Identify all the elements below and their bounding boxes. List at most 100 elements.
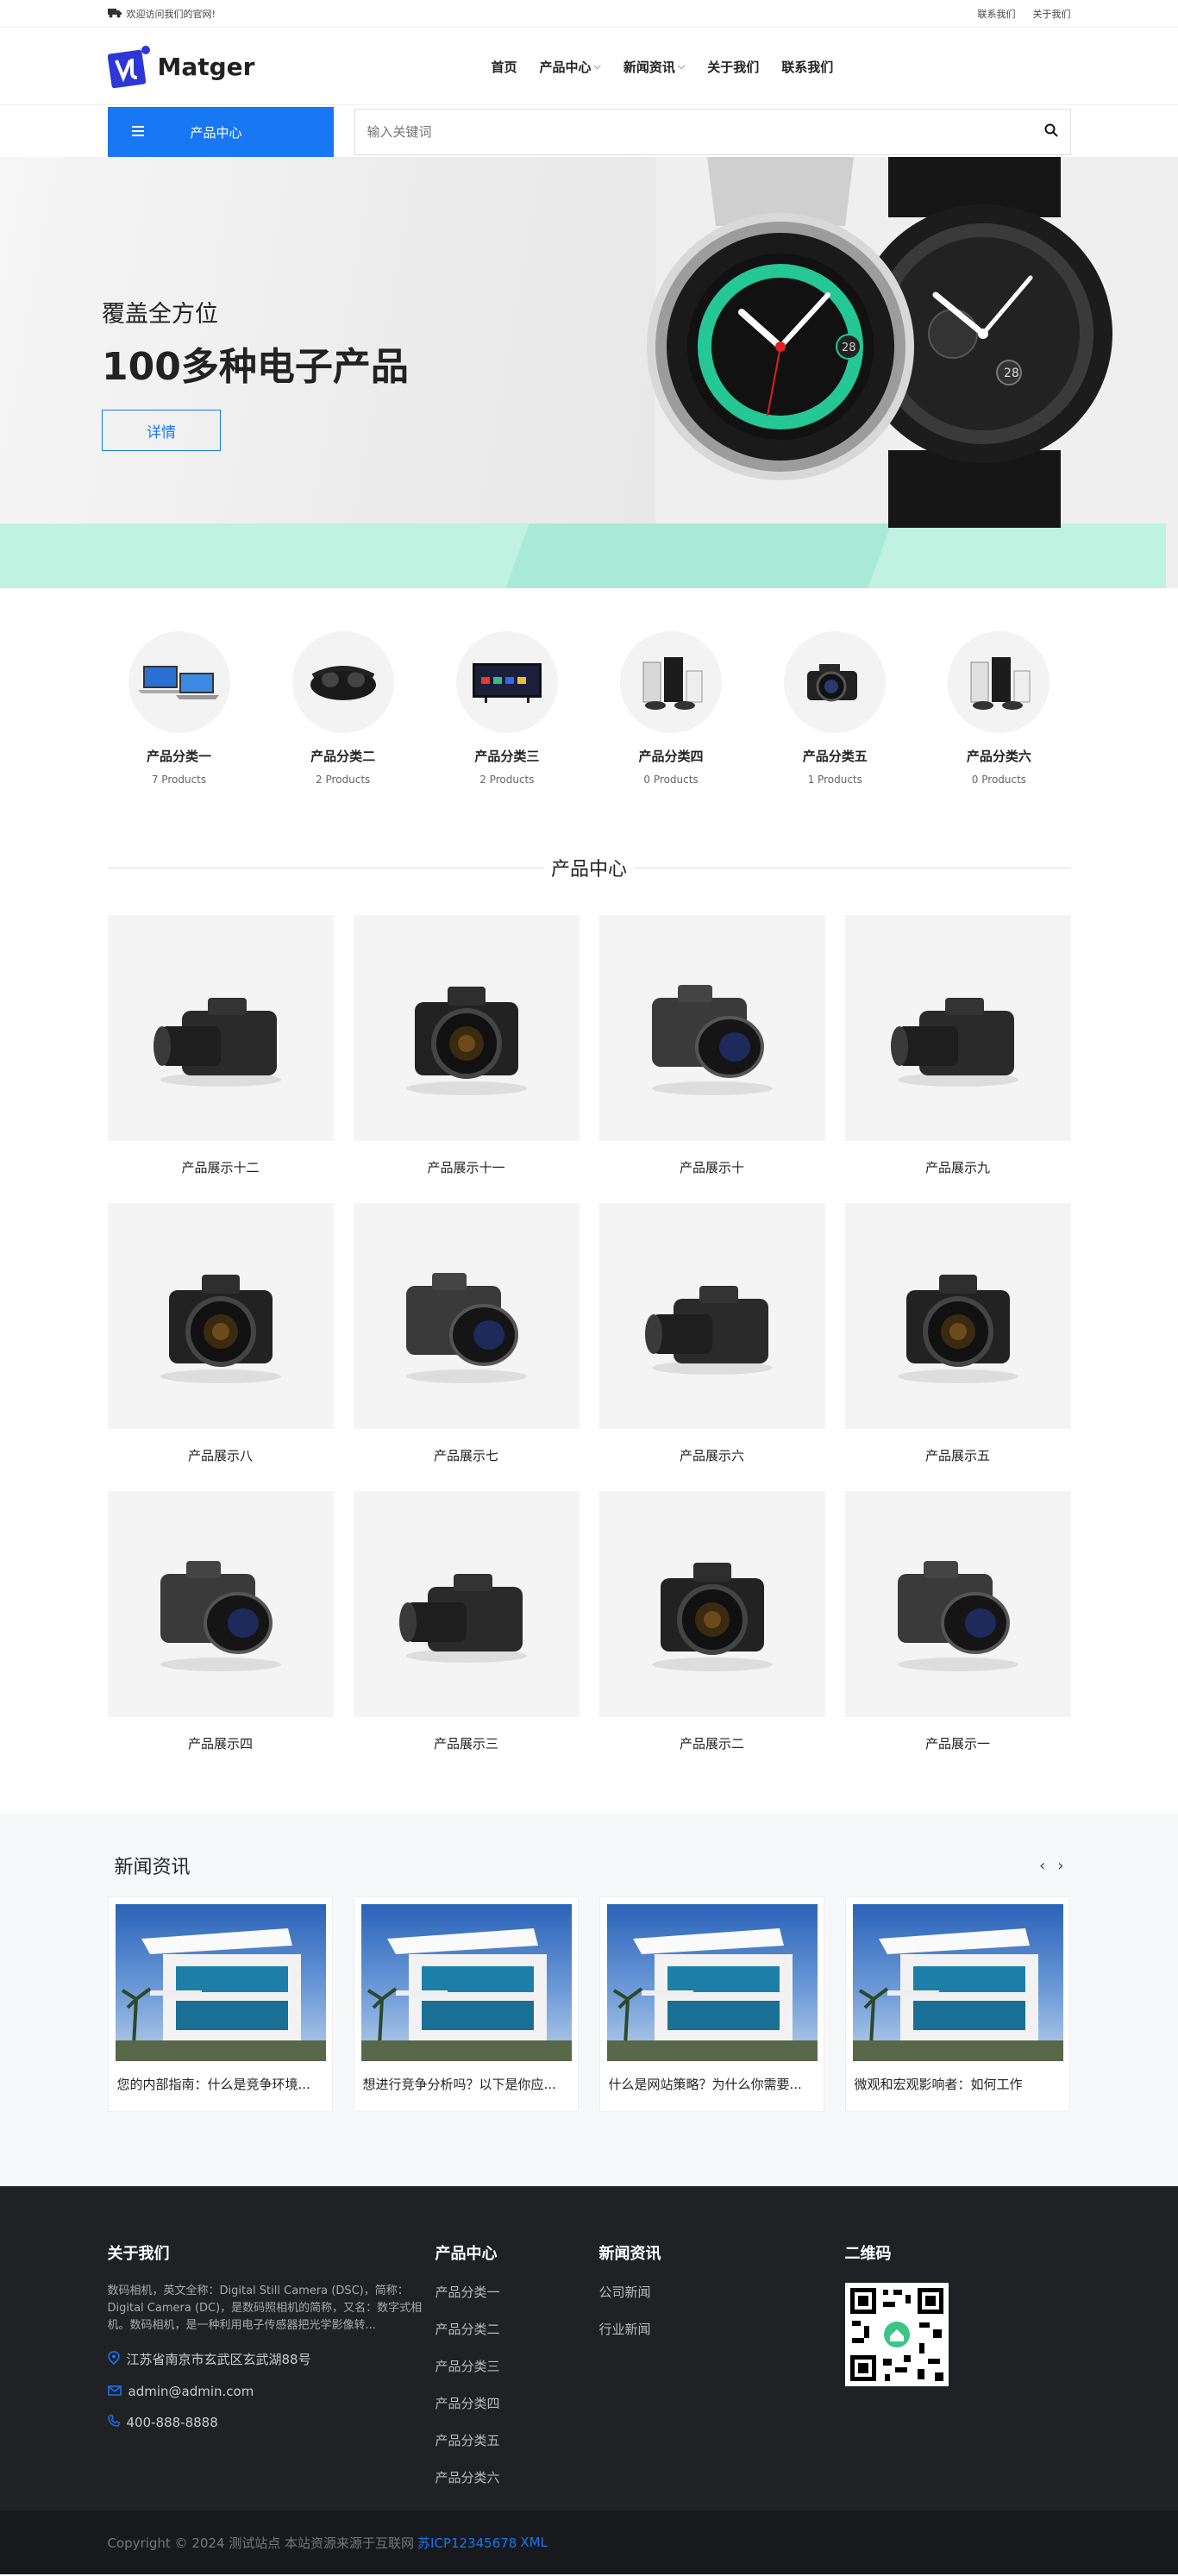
xml-link[interactable]: XML <box>520 2535 548 2550</box>
footer-link[interactable]: 产品分类一 <box>435 2283 599 2301</box>
camera-image <box>353 1203 580 1429</box>
product-card[interactable]: 产品展示二 <box>598 1491 825 1779</box>
nav-home[interactable]: 首页 <box>492 58 517 76</box>
building-image <box>115 1904 326 2061</box>
product-card[interactable]: 产品展示四 <box>107 1491 334 1779</box>
category-name: 产品分类四 <box>638 749 704 764</box>
header: Matger 首页 产品中心 ⌵ 新闻资讯 ⌵ 关于我们 联系我们 <box>0 28 1178 105</box>
product-name: 产品展示一 <box>924 1736 990 1752</box>
copyright-bar: Copyright © 2024 测试站点 本站资源来源于互联网 苏ICP123… <box>0 2510 1178 2574</box>
category-item[interactable]: 产品分类四 0 Products <box>620 631 723 786</box>
product-card[interactable]: 产品展示三 <box>353 1491 580 1779</box>
laptop-image <box>128 631 230 733</box>
footer: 关于我们 数码相机，英文全称：Digital Still Camera (DSC… <box>0 2186 1178 2510</box>
camera-image <box>353 1491 580 1717</box>
footer-about-title: 关于我们 <box>107 2245 170 2263</box>
category-count: 0 Products <box>971 774 1027 786</box>
product-name: 产品展示八 <box>187 1448 253 1463</box>
product-card[interactable]: 产品展示十 <box>598 915 825 1203</box>
product-card[interactable]: 产品展示十二 <box>107 915 334 1203</box>
footer-link[interactable]: 产品分类二 <box>435 2320 599 2338</box>
footer-link[interactable]: 产品分类五 <box>435 2431 599 2449</box>
nav-news[interactable]: 新闻资讯 ⌵ <box>623 58 685 76</box>
banner-detail-button[interactable]: 详情 <box>102 410 221 451</box>
footer-products-title: 产品中心 <box>435 2245 498 2263</box>
footer-about: 关于我们 数码相机，英文全称：Digital Still Camera (DSC… <box>108 2241 435 2505</box>
category-item[interactable]: 产品分类三 2 Products <box>455 631 558 786</box>
news-card[interactable]: 您的内部指南：什么是竞争环境... <box>107 1896 333 2112</box>
product-name: 产品展示九 <box>924 1160 990 1175</box>
search-input[interactable] <box>367 124 885 140</box>
news-carousel: 您的内部指南：什么是竞争环境... 想进行竞争分析吗？以下是你应... 什么是网站策… <box>107 1896 1071 2112</box>
products-title: 产品中心 <box>543 854 634 881</box>
nav-contact[interactable]: 联系我们 <box>781 58 833 76</box>
footer-link[interactable]: 产品分类三 <box>435 2357 599 2375</box>
product-category-button[interactable]: 产品中心 <box>107 107 334 157</box>
news-card[interactable]: 什么是网站策略？为什么你需要... <box>598 1896 824 2112</box>
top-link-about[interactable]: 关于我们 <box>1033 7 1071 21</box>
footer-phone[interactable]: 400-888-8888 <box>127 2415 218 2430</box>
news-card[interactable]: 想进行竞争分析吗？以下是你应... <box>353 1896 579 2112</box>
category-name: 产品分类三 <box>474 749 540 764</box>
earbuds-case-image <box>291 631 394 733</box>
game-console-image <box>620 631 723 733</box>
footer-link[interactable]: 产品分类四 <box>435 2394 599 2412</box>
product-card[interactable]: 产品展示七 <box>353 1203 580 1491</box>
building-image <box>852 1904 1063 2061</box>
news-section: 新闻资讯 ‹ › 您的内部指南：什么是竞争环境... 想进行竞争分析吗？以下是你应… <box>0 1814 1178 2186</box>
phone-icon <box>107 2415 120 2430</box>
camera-image <box>107 1203 334 1429</box>
footer-about-text: 数码相机，英文全称：Digital Still Camera (DSC)，简称：… <box>107 2285 423 2332</box>
product-card[interactable]: 产品展示八 <box>107 1203 334 1491</box>
category-item[interactable]: 产品分类二 2 Products <box>291 631 394 786</box>
category-name: 产品分类二 <box>310 749 376 764</box>
footer-link[interactable]: 行业新闻 <box>599 2320 845 2338</box>
category-item[interactable]: 产品分类六 0 Products <box>948 631 1050 786</box>
banner-subtitle: 覆盖全方位 <box>102 301 218 328</box>
camera-image <box>844 915 1071 1141</box>
category-name: 产品分类一 <box>146 749 211 764</box>
footer-products: 产品中心 产品分类一 产品分类二 产品分类三 产品分类四 产品分类五 产品分类六 <box>435 2241 599 2505</box>
nav-about[interactable]: 关于我们 <box>707 58 759 76</box>
news-card[interactable]: 微观和宏观影响者：如何工作 <box>844 1896 1070 2112</box>
category-count: 0 Products <box>643 774 699 786</box>
camera-image <box>598 915 825 1141</box>
building-image <box>360 1904 572 2061</box>
chevron-left-icon[interactable]: ‹ <box>1039 1857 1045 1875</box>
news-item-title: 您的内部指南：什么是竞争环境... <box>116 2077 310 2092</box>
product-card[interactable]: 产品展示九 <box>844 915 1071 1203</box>
news-item-title: 微观和宏观影响者：如何工作 <box>854 2077 1023 2092</box>
product-name: 产品展示二 <box>679 1736 744 1752</box>
footer-link[interactable]: 产品分类六 <box>435 2468 599 2486</box>
category-search-bar: 产品中心 <box>0 107 1178 157</box>
footer-qr: 二维码 <box>844 2241 949 2505</box>
footer-email[interactable]: admin@admin.com <box>128 2384 254 2399</box>
product-name: 产品展示十二 <box>181 1160 260 1175</box>
product-card[interactable]: 产品展示六 <box>598 1203 825 1491</box>
email-icon <box>107 2384 122 2399</box>
product-name: 产品展示五 <box>924 1448 990 1463</box>
logo[interactable]: Matger <box>107 43 492 90</box>
svg-text:28: 28 <box>842 342 856 354</box>
product-card[interactable]: 产品展示一 <box>844 1491 1071 1779</box>
product-card[interactable]: 产品展示五 <box>844 1203 1071 1491</box>
search-icon[interactable] <box>1044 123 1058 141</box>
nav-products[interactable]: 产品中心 ⌵ <box>540 58 601 76</box>
product-card[interactable]: 产品展示十一 <box>353 915 580 1203</box>
camera-image <box>598 1203 825 1429</box>
category-count: 2 Products <box>316 774 371 786</box>
copyright-text: Copyright © 2024 测试站点 本站资源来源于互联网 <box>107 2535 415 2551</box>
product-name: 产品展示四 <box>187 1736 253 1752</box>
category-name: 产品分类五 <box>802 749 868 764</box>
icp-link[interactable]: 苏ICP12345678 <box>417 2534 517 2552</box>
banner-title: 100多种电子产品 <box>102 345 409 389</box>
category-item[interactable]: 产品分类五 1 Products <box>784 631 887 786</box>
top-link-contact[interactable]: 联系我们 <box>978 7 1016 21</box>
category-item[interactable]: 产品分类一 7 Products <box>128 631 230 786</box>
product-name: 产品展示三 <box>433 1736 498 1752</box>
category-count: 7 Products <box>151 774 207 786</box>
footer-link[interactable]: 公司新闻 <box>599 2283 845 2301</box>
location-icon <box>107 2350 120 2368</box>
category-count: 2 Products <box>479 774 535 786</box>
chevron-right-icon[interactable]: › <box>1057 1857 1063 1875</box>
